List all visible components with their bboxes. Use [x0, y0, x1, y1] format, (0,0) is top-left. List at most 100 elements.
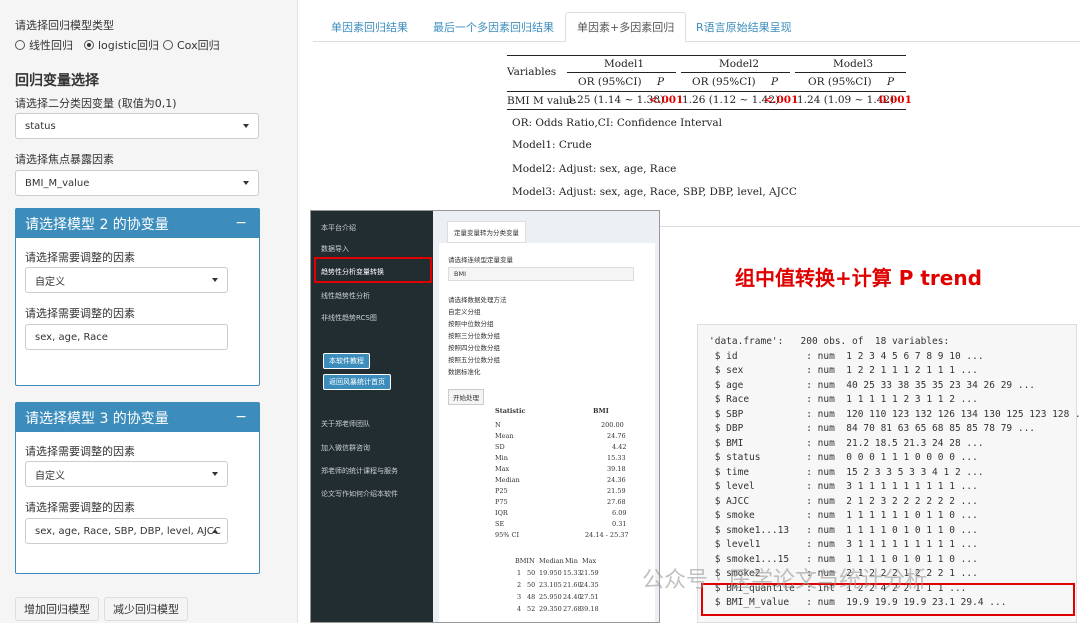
- radio-label: logistic回归: [98, 39, 159, 52]
- note-line: OR: Odds Ratio,CI: Confidence Interval: [512, 117, 723, 129]
- caret-down-icon: [243, 124, 249, 128]
- results-tabs: 单因素回归结果 最后一个多因素回归结果 单因素+多因素回归 R语言原始结果呈现: [313, 0, 1080, 42]
- console-line: $ age : num 40 25 33 38 35 35 23 34 26 2…: [709, 379, 1036, 391]
- menu-link: 郑老师的统计课程与服务: [321, 467, 398, 475]
- console-line: $ id : num 1 2 3 4 5 6 7 8 9 10 ...: [709, 350, 984, 362]
- menu-item: 数据导入: [321, 245, 349, 253]
- q-cell: 4: [517, 605, 522, 613]
- note-line: Model1: Crude: [512, 139, 592, 151]
- model2-box-header: 请选择模型 2 的协变量 −: [16, 209, 259, 238]
- model3-factors-select[interactable]: sex, age, Race, SBP, DBP, level, AJCC: [25, 518, 228, 544]
- radio-cox[interactable]: Cox回归: [163, 37, 220, 53]
- stat-name: P25: [495, 487, 508, 495]
- q-header: Min: [565, 557, 578, 565]
- stat-name: IQR: [495, 509, 508, 517]
- model2-box: 请选择模型 2 的协变量 − 请选择需要调整的因素 自定义 请选择需要调整的因素 …: [15, 208, 260, 386]
- model3-mode-select[interactable]: 自定义: [25, 461, 228, 487]
- radio-logistic[interactable]: logistic回归: [84, 37, 159, 53]
- menu-item: 非线性趋势RCS图: [321, 314, 377, 322]
- caret-down-icon: [212, 278, 218, 282]
- q-cell: 25.950: [539, 593, 562, 601]
- factor-label: 请选择需要调整的因素: [25, 445, 135, 458]
- stat-value: 4.42: [612, 443, 627, 451]
- tutorial-button: 本软件教程: [323, 353, 370, 369]
- radio-icon: [15, 40, 25, 50]
- stat-name: P75: [495, 498, 508, 506]
- q-cell: 15.33: [563, 569, 582, 577]
- q-cell: 3: [517, 593, 522, 601]
- q-cell: 24.35: [580, 581, 599, 589]
- method-option: 自定义分组: [448, 308, 481, 316]
- select-value: 自定义: [35, 470, 65, 482]
- method-option-selected: 按照四分位数分组: [448, 344, 500, 352]
- add-model-button[interactable]: 增加回归模型: [15, 597, 99, 621]
- console-line: $ level : num 3 1 1 1 1 1 1 1 1 1 ...: [709, 481, 978, 492]
- tab-last-multivariate[interactable]: 最后一个多因素回归结果: [422, 12, 565, 42]
- method-option: 数据标准化: [448, 368, 481, 376]
- model3-box: 请选择模型 3 的协变量 − 请选择需要调整的因素 自定义 请选择需要调整的因素 …: [15, 402, 260, 574]
- model2-header: Model2: [719, 58, 760, 70]
- exposure-select[interactable]: BMI_M_value: [15, 170, 259, 196]
- stat-header: BMI: [593, 407, 609, 415]
- console-line: $ smoke1...13 : num 1 1 1 1 0 1 0 1 1 0 …: [709, 524, 978, 536]
- note-line: Model3: Adjust: sex, age, Race, SBP, DBP…: [512, 186, 797, 198]
- trend-title: 组中值转换+计算 P trend: [735, 266, 982, 290]
- factor-label: 请选择需要调整的因素: [25, 251, 135, 264]
- p-value: <.001: [764, 94, 799, 106]
- console-line: $ AJCC : num 2 1 2 3 2 2 2 2 2 2 ...: [709, 495, 978, 507]
- remove-model-button[interactable]: 减少回归模型: [104, 597, 188, 621]
- radio-checked-icon: [84, 40, 94, 50]
- select-value: sex, age, Race: [35, 331, 108, 343]
- p-value: 0.001: [879, 94, 912, 106]
- section-title: 回归变量选择: [15, 73, 99, 89]
- menu-item: 线性趋势性分析: [321, 292, 370, 300]
- method-option: 按照三分位数分组: [448, 332, 500, 340]
- caret-down-icon: [243, 181, 249, 185]
- tab-r-raw[interactable]: R语言原始结果呈现: [685, 12, 803, 42]
- console-line: $ Race : num 1 1 1 1 1 2 3 1 1 2 ...: [709, 394, 978, 405]
- stat-name: Max: [495, 465, 510, 473]
- q-cell: 1: [517, 569, 522, 577]
- binary-var-select[interactable]: status: [15, 113, 259, 139]
- variables-header: Variables: [507, 66, 557, 78]
- model2-factors-select[interactable]: sex, age, Race: [25, 324, 228, 350]
- model3-box-header: 请选择模型 3 的协变量 −: [16, 403, 259, 432]
- method-label: 请选择数据处理方法: [448, 296, 507, 304]
- method-option: 按照五分位数分组: [448, 356, 500, 364]
- q-cell: 23.105: [539, 581, 562, 589]
- tab-uni-multi[interactable]: 单因素+多因素回归: [565, 12, 687, 42]
- console-line: $ status : num 0 0 0 1 1 1 0 0 0 0 ...: [709, 452, 978, 463]
- divider: [660, 226, 1080, 227]
- stat-value: 15.33: [607, 454, 626, 462]
- radio-label: 线性回归: [29, 39, 73, 52]
- select-value: 自定义: [35, 276, 65, 288]
- highlight-box: [314, 257, 432, 283]
- stat-value: 24.36: [607, 476, 626, 484]
- model-type-label: 请选择回归模型类型: [15, 19, 114, 32]
- radio-icon: [163, 40, 173, 50]
- collapse-icon[interactable]: −: [235, 409, 247, 425]
- q-cell: 52: [527, 605, 536, 613]
- sidebar: 请选择回归模型类型 线性回归 logistic回归 Cox回归 回归变量选择 请…: [0, 0, 298, 623]
- caret-up-icon: [212, 529, 218, 533]
- p-header: P: [771, 76, 779, 88]
- tab-univariate[interactable]: 单因素回归结果: [320, 12, 419, 42]
- q-cell: 21.59: [580, 569, 599, 577]
- p-header: P: [887, 76, 895, 88]
- console-line: $ level1 : num 3 1 1 1 1 1 1 1 1 1 ...: [709, 539, 978, 550]
- model2-mode-select[interactable]: 自定义: [25, 267, 228, 293]
- stat-name: Median: [495, 476, 520, 484]
- select-value: BMI_M_value: [25, 177, 90, 189]
- q-cell: 50: [527, 569, 536, 577]
- stat-value: 24.76: [607, 432, 626, 440]
- radio-linear[interactable]: 线性回归: [15, 37, 73, 53]
- console-line: $ time : num 15 2 3 3 5 3 3 4 1 2 ...: [709, 466, 984, 478]
- stat-value: 21.59: [607, 487, 626, 495]
- p-header: P: [657, 76, 665, 88]
- menu-item: 本平台介绍: [321, 224, 356, 232]
- collapse-icon[interactable]: −: [235, 215, 247, 231]
- console-line: $ DBP : num 84 70 81 63 65 68 85 85 78 7…: [709, 423, 1036, 434]
- select-value: status: [25, 120, 56, 132]
- stat-name: SE: [495, 520, 505, 528]
- q-cell: 24.40: [563, 593, 582, 601]
